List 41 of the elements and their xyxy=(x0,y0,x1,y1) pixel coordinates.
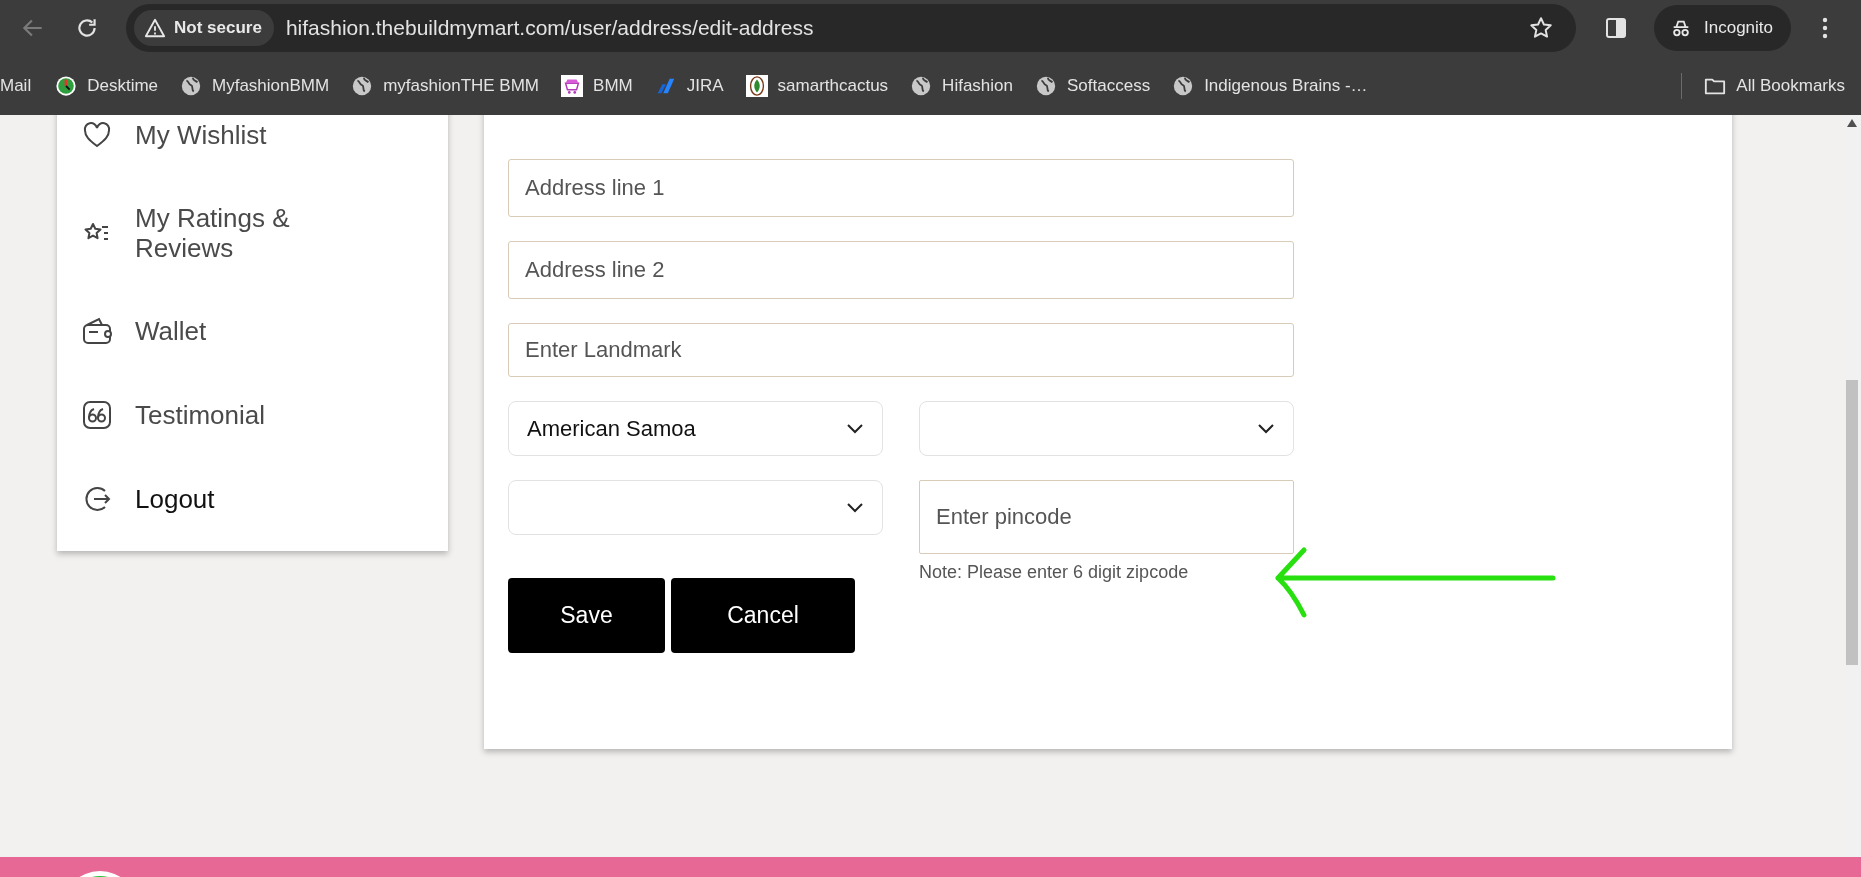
quote-icon xyxy=(81,399,113,431)
incognito-button[interactable]: Incognito xyxy=(1654,5,1791,51)
bookmark[interactable]: samarthcactus xyxy=(745,74,889,97)
save-button[interactable]: Save xyxy=(508,578,665,653)
sidebar-item[interactable]: My Ratings & Reviews xyxy=(135,203,335,263)
all-bookmarks[interactable]: All Bookmarks xyxy=(1704,74,1845,97)
bookmark[interactable]: Softaccess xyxy=(1035,74,1151,97)
cancel-button[interactable]: Cancel xyxy=(671,578,855,653)
star-icon[interactable] xyxy=(1528,15,1554,41)
side-panel-icon[interactable] xyxy=(1604,16,1628,40)
caret-icon xyxy=(846,422,864,435)
bookmark[interactable]: Desktime xyxy=(55,74,159,97)
scroll-up-icon[interactable] xyxy=(1847,119,1857,127)
caret-icon xyxy=(846,501,864,514)
warning-icon xyxy=(144,17,166,39)
input-field[interactable]: Address line 1 xyxy=(508,159,1294,217)
cart-icon xyxy=(561,74,584,97)
menu-icon[interactable] xyxy=(1821,16,1829,40)
sidebar-item[interactable]: Logout xyxy=(135,484,335,514)
wallet-icon xyxy=(81,315,113,347)
scroll-thumb[interactable] xyxy=(1846,380,1858,665)
input-field[interactable]: Address line 2 xyxy=(508,241,1294,299)
url-text: hifashion.thebuildmymart.com/user/address/edit-address xyxy=(285,16,815,40)
bookmark[interactable]: Indigenous Brains -… xyxy=(1172,74,1368,97)
address-bar[interactable]: Not secure hifashion.thebuildmymart.com/user/address/edit-address xyxy=(126,4,1576,52)
input-field[interactable]: Enter Landmark xyxy=(508,323,1294,377)
bookmark[interactable]: myfashionTHE BMM xyxy=(351,74,540,97)
sidebar-item[interactable]: Testimonial xyxy=(135,400,335,430)
input-field[interactable]: Enter pincode xyxy=(919,480,1294,554)
bookmark[interactable]: Hifashion xyxy=(910,74,1013,97)
sidebar-item[interactable]: My Wishlist xyxy=(135,120,335,150)
dropdown[interactable]: American Samoa xyxy=(508,401,883,456)
caret-icon xyxy=(1257,422,1275,435)
sidebar-item[interactable]: Wallet xyxy=(135,316,335,346)
bookmark[interactable]: Mail xyxy=(0,75,32,96)
seed-icon xyxy=(745,74,768,97)
bookmark[interactable]: BMM xyxy=(561,74,633,97)
bookmark[interactable]: MyfashionBMM xyxy=(180,74,330,97)
clock-icon xyxy=(55,74,78,97)
bookmark[interactable]: JIRA xyxy=(654,74,724,97)
hint-text: Note: Please enter 6 digit zipcode xyxy=(919,562,1190,583)
